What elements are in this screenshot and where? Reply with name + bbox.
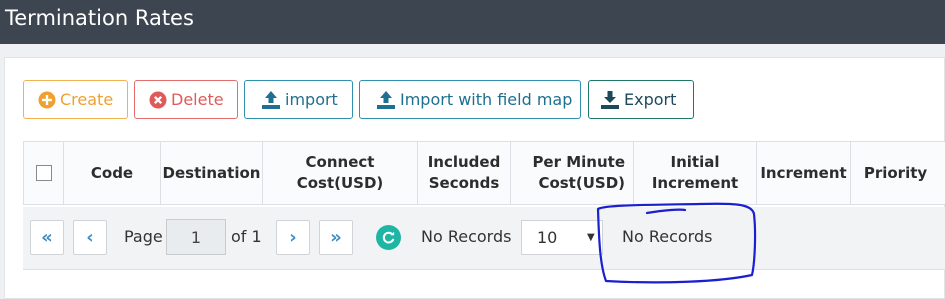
page-title: Termination Rates <box>5 6 194 30</box>
import-field-map-button[interactable]: Import with field map <box>359 80 581 119</box>
column-header-increment[interactable]: Increment <box>756 142 850 204</box>
next-page-button[interactable]: › <box>276 220 310 255</box>
column-header-connect-cost[interactable]: Connect Cost(USD) <box>262 142 417 204</box>
table-header: Code Destination Connect Cost(USD) Inclu… <box>23 141 945 205</box>
chevron-left-icon: ‹ <box>86 227 94 248</box>
upload-icon <box>377 90 395 109</box>
double-chevron-left-icon: « <box>41 227 53 248</box>
column-header-included-seconds[interactable]: Included Seconds <box>417 142 510 204</box>
column-header-initial-increment[interactable]: Initial Increment <box>633 142 756 204</box>
page-number-input[interactable]: 1 <box>166 219 226 255</box>
page-size-value: 10 <box>537 228 558 247</box>
records-info: No Records <box>622 227 713 246</box>
column-header-destination[interactable]: Destination <box>160 142 262 204</box>
column-header-code[interactable]: Code <box>63 142 160 204</box>
double-chevron-right-icon: » <box>330 227 342 248</box>
select-all-cell <box>23 142 63 204</box>
page-label: Page <box>124 227 163 246</box>
import-field-map-label: Import with field map <box>400 90 573 109</box>
export-label: Export <box>624 90 677 109</box>
prev-page-button[interactable]: ‹ <box>73 220 107 255</box>
create-label: Create <box>60 90 114 109</box>
caret-down-icon: ▼ <box>587 232 595 243</box>
chevron-right-icon: › <box>289 227 297 248</box>
refresh-button[interactable] <box>376 225 401 250</box>
first-page-button[interactable]: « <box>30 220 64 255</box>
import-button[interactable]: import <box>244 80 353 119</box>
column-header-priority[interactable]: Priority <box>850 142 940 204</box>
page-count-label: of 1 <box>231 227 262 246</box>
refresh-icon <box>382 231 395 244</box>
import-label: import <box>285 90 338 109</box>
upload-icon <box>262 90 280 109</box>
page-number-value: 1 <box>190 227 202 247</box>
select-all-checkbox[interactable] <box>35 165 52 181</box>
page-size-select[interactable]: 10 ▼ <box>521 220 603 255</box>
last-page-button[interactable]: » <box>319 220 353 255</box>
delete-button[interactable]: Delete <box>134 80 238 119</box>
export-button[interactable]: Export <box>588 80 694 119</box>
plus-circle-icon <box>38 91 56 108</box>
delete-label: Delete <box>171 90 224 109</box>
times-circle-icon <box>149 91 167 108</box>
download-icon <box>601 90 619 109</box>
column-header-per-minute-cost[interactable]: Per Minute Cost(USD) <box>510 142 633 204</box>
title-bar: Termination Rates <box>0 0 945 44</box>
pager-status: No Records <box>421 227 512 246</box>
create-button[interactable]: Create <box>23 80 128 119</box>
